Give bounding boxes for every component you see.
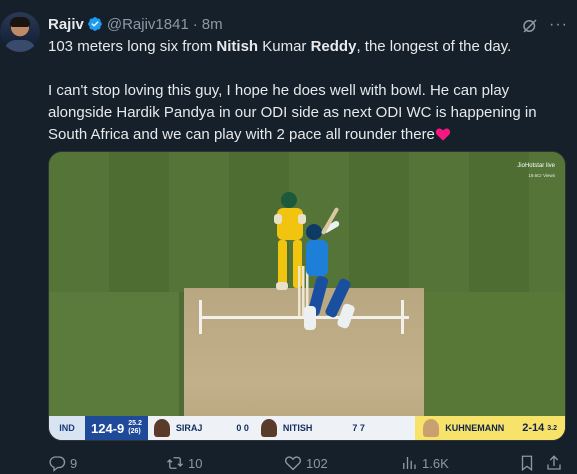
- text-bold-reddy: Reddy: [310, 38, 357, 55]
- like-button[interactable]: 102: [284, 454, 328, 472]
- overs-count: 25.2: [128, 420, 142, 427]
- verified-badge-icon: [88, 17, 102, 31]
- reply-count: 9: [70, 455, 78, 471]
- score-panel: 124-9 25.2 (26): [85, 416, 148, 440]
- bowler-figures: 2-14: [522, 422, 545, 434]
- bookmark-icon: [521, 455, 533, 472]
- heart-emoji: [435, 128, 450, 141]
- overs-total: (26): [128, 428, 141, 435]
- broadcaster-watermark: JioHotstar live 19.6Cr Views: [517, 162, 555, 180]
- tweet-header: Rajiv @Rajiv1841 · 8m: [48, 14, 223, 34]
- bowler-name: KUHNEMANN: [445, 423, 505, 433]
- player-head-icon: [260, 419, 277, 437]
- more-icon[interactable]: ···: [549, 17, 568, 33]
- grok-icon[interactable]: [521, 17, 539, 35]
- tweet-media-video[interactable]: JioHotstar live 19.6Cr Views IND 124-9 2…: [48, 151, 566, 441]
- action-bar: 9 10 102 1.6K: [48, 452, 563, 474]
- text-segment: 103 meters long six from: [48, 38, 217, 55]
- like-count: 102: [306, 455, 328, 471]
- reply-button[interactable]: 9: [48, 454, 77, 472]
- live-badge: live: [545, 163, 555, 169]
- avatar-shirt: [4, 40, 36, 52]
- striker: NITISH 7 7: [255, 416, 371, 440]
- views-button[interactable]: 1.6K: [400, 454, 449, 472]
- overs: 25.2 (26): [128, 420, 142, 436]
- bowler-panel: KUHNEMANN 2-14 3.2: [415, 416, 565, 440]
- tweet-text: 103 meters long six from Nitish Kumar Re…: [48, 36, 563, 146]
- text-segment: Kumar: [258, 38, 311, 55]
- broadcaster-name: JioHotstar: [517, 163, 545, 169]
- separator-dot: ·: [192, 15, 198, 33]
- tweet-line-1: 103 meters long six from Nitish Kumar Re…: [48, 36, 563, 58]
- scorebar: IND 124-9 25.2 (26) SIRAJ 0 0 NITISH 7 7 …: [49, 416, 565, 440]
- tweet-line-2: I can't stop loving this guy, I hope he …: [48, 80, 563, 146]
- striker-name: NITISH: [282, 423, 313, 433]
- bowler-overs: 3.2: [547, 424, 557, 432]
- avatar-hair: [10, 17, 30, 27]
- repost-count: 10: [188, 455, 203, 471]
- team-badge: IND: [49, 416, 85, 440]
- non-striker: SIRAJ 0 0: [148, 416, 255, 440]
- striker-stats: 7 7: [352, 423, 365, 433]
- author-name[interactable]: Rajiv: [48, 16, 84, 33]
- views-icon: [403, 457, 416, 469]
- reply-icon: [49, 456, 66, 472]
- non-striker-stats: 0 0: [236, 423, 249, 433]
- player-head-icon: [423, 419, 440, 437]
- return-crease-right: [401, 300, 404, 334]
- tweet-time[interactable]: 8m: [202, 16, 223, 33]
- broadcaster-views: 19.6Cr Views: [528, 173, 555, 178]
- avatar[interactable]: [0, 12, 40, 52]
- text-segment: , the longest of the day.: [356, 38, 512, 55]
- repost-button[interactable]: 10: [166, 454, 202, 472]
- bookmark-button[interactable]: [518, 454, 540, 472]
- share-button[interactable]: [545, 454, 567, 472]
- repost-icon: [167, 457, 183, 469]
- players-illustration: [274, 192, 355, 330]
- player-head-icon: [153, 419, 170, 437]
- team-score: 124-9: [91, 420, 125, 436]
- like-icon: [284, 456, 302, 471]
- non-striker-name: SIRAJ: [175, 423, 203, 433]
- return-crease-left: [199, 300, 202, 334]
- text-segment: I can't stop loving this guy, I hope he …: [48, 82, 537, 143]
- views-count: 1.6K: [422, 455, 449, 471]
- share-icon: [547, 455, 561, 470]
- text-bold-nitish: Nitish: [216, 38, 259, 55]
- author-handle[interactable]: @Rajiv1841: [107, 16, 189, 33]
